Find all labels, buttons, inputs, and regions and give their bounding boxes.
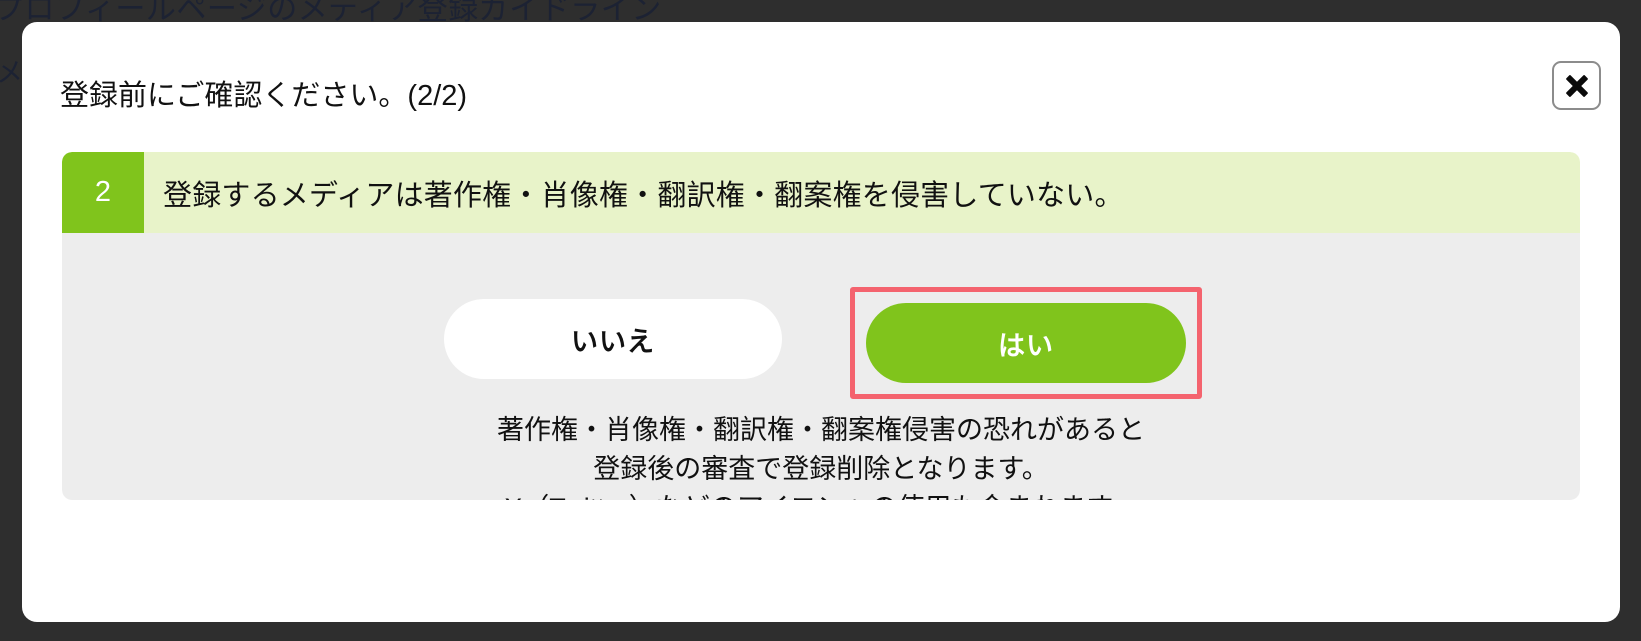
- question-bar: 2 登録するメディアは著作権・肖像権・翻訳権・翻案権を侵害していない。: [62, 152, 1580, 233]
- background-page-side-text: メ: [0, 58, 23, 88]
- close-button[interactable]: [1552, 61, 1601, 110]
- confirmation-modal: 登録前にご確認ください。(2/2) 2 登録するメディアは著作権・肖像権・翻訳権…: [22, 22, 1620, 622]
- answer-yes-highlight: はい: [850, 287, 1202, 399]
- note-line-3: X（Twitter）などのアイコンへの使用も含まれます。: [62, 489, 1580, 500]
- answer-panel: いいえ はい 著作権・肖像権・翻訳権・翻案権侵害の恐れがあると 登録後の審査で登…: [62, 233, 1580, 500]
- note-text: 著作権・肖像権・翻訳権・翻案権侵害の恐れがあると 登録後の審査で登録削除となりま…: [62, 411, 1580, 500]
- modal-title: 登録前にご確認ください。(2/2): [60, 80, 468, 112]
- note-line-1: 著作権・肖像権・翻訳権・翻案権侵害の恐れがあると: [497, 415, 1145, 445]
- answer-yes-button[interactable]: はい: [866, 303, 1186, 383]
- question-text: 登録するメディアは著作権・肖像権・翻訳権・翻案権を侵害していない。: [163, 179, 1124, 212]
- question-number-badge: 2: [62, 152, 144, 233]
- answer-buttons-row: いいえ はい: [62, 287, 1580, 402]
- modal-header: 登録前にご確認ください。(2/2): [22, 22, 1620, 132]
- answer-no-button[interactable]: いいえ: [444, 299, 782, 379]
- close-icon: [1564, 73, 1590, 99]
- note-line-2: 登録後の審査で登録削除となります。: [593, 454, 1049, 484]
- confirmation-card: 2 登録するメディアは著作権・肖像権・翻訳権・翻案権を侵害していない。 いいえ …: [62, 152, 1580, 500]
